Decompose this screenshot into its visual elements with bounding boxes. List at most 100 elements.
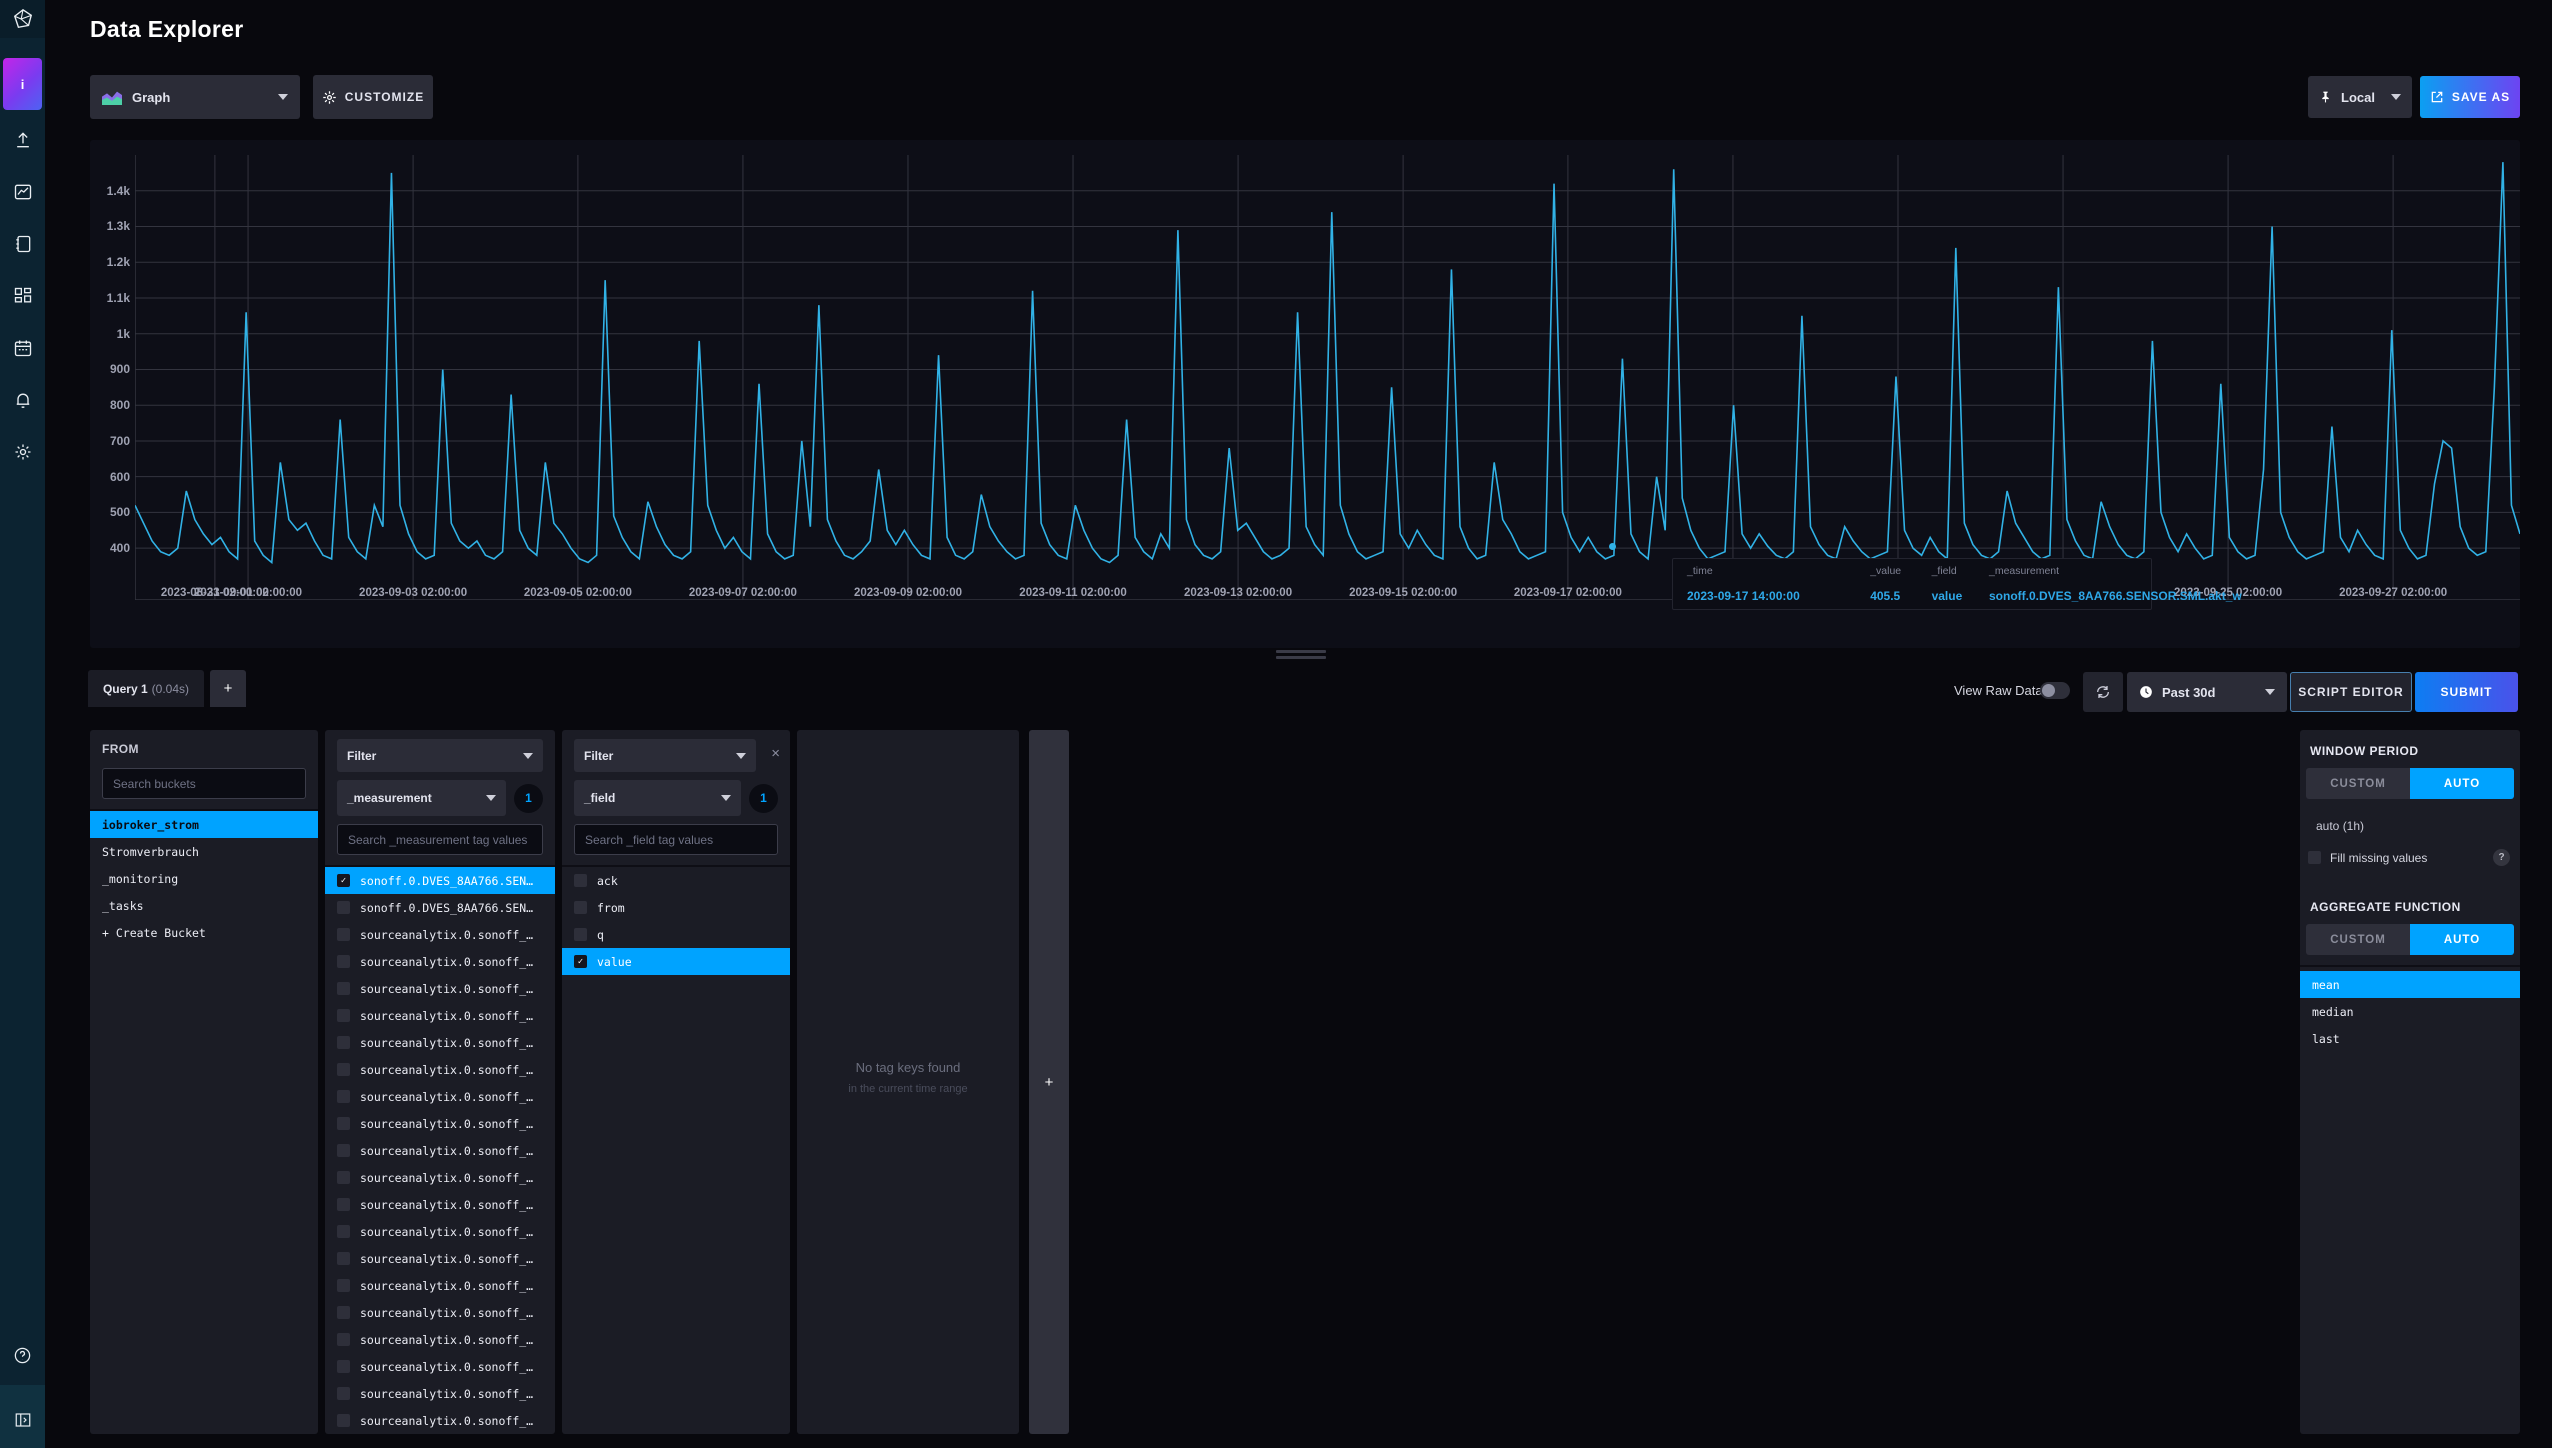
plot-area[interactable] xyxy=(135,155,2520,600)
time-series-chart[interactable]: 4005006007008009001k1.1k1.2k1.3k1.4k2023… xyxy=(90,140,2520,648)
measurement-item[interactable]: sourceanalytix.0.sonoff_… xyxy=(325,1002,555,1029)
help-icon[interactable] xyxy=(0,1338,45,1372)
checkbox[interactable] xyxy=(337,1171,350,1184)
aggregate-custom-button[interactable]: CUSTOM xyxy=(2306,924,2410,955)
measurement-item[interactable]: sourceanalytix.0.sonoff_… xyxy=(325,1110,555,1137)
checkbox[interactable] xyxy=(337,1414,350,1427)
measurement-item[interactable]: sonoff.0.DVES_8AA766.SEN… xyxy=(325,894,555,921)
field-key-label: _field xyxy=(584,791,615,805)
org-avatar[interactable]: i xyxy=(3,58,42,110)
measurement-item[interactable]: sourceanalytix.0.sonoff_… xyxy=(325,921,555,948)
checkbox-checked[interactable]: ✓ xyxy=(337,874,350,887)
selected-count-badge: 1 xyxy=(514,784,543,813)
help-circle-icon[interactable]: ? xyxy=(2493,849,2510,866)
checkbox[interactable] xyxy=(337,1063,350,1076)
search-field-input[interactable]: Search _field tag values xyxy=(574,824,778,855)
measurement-item[interactable]: sourceanalytix.0.sonoff_… xyxy=(325,1137,555,1164)
timezone-dropdown[interactable]: Local xyxy=(2308,76,2412,118)
checkbox[interactable] xyxy=(337,1198,350,1211)
window-custom-button[interactable]: CUSTOM xyxy=(2306,768,2410,799)
window-auto-button[interactable]: AUTO xyxy=(2410,768,2514,799)
script-editor-button[interactable]: SCRIPT EDITOR xyxy=(2290,672,2412,712)
checkbox[interactable] xyxy=(337,1279,350,1292)
measurement-item[interactable]: sourceanalytix.0.sonoff_… xyxy=(325,1191,555,1218)
checkbox[interactable] xyxy=(337,1090,350,1103)
search-measurement-input[interactable]: Search _measurement tag values xyxy=(337,824,543,855)
add-query-button[interactable]: + xyxy=(210,670,246,707)
measurement-item[interactable]: ✓sonoff.0.DVES_8AA766.SEN… xyxy=(325,867,555,894)
alerts-bell-icon[interactable] xyxy=(0,383,45,417)
checkbox[interactable] xyxy=(337,928,350,941)
bucket-item[interactable]: iobroker_strom xyxy=(90,811,318,838)
measurement-item[interactable]: sourceanalytix.0.sonoff_… xyxy=(325,1083,555,1110)
add-filter-button[interactable]: + xyxy=(1029,730,1069,1434)
measurement-item[interactable]: sourceanalytix.0.sonoff_… xyxy=(325,1380,555,1407)
field-item[interactable]: from xyxy=(562,894,790,921)
checkbox[interactable] xyxy=(574,928,587,941)
bucket-item[interactable]: + Create Bucket xyxy=(90,919,318,946)
checkbox[interactable] xyxy=(337,1333,350,1346)
measurement-item[interactable]: sourceanalytix.0.sonoff_… xyxy=(325,948,555,975)
checkbox[interactable] xyxy=(337,982,350,995)
fill-missing-checkbox[interactable] xyxy=(2308,851,2321,864)
checkbox[interactable] xyxy=(337,1225,350,1238)
checkbox[interactable] xyxy=(337,1036,350,1049)
measurement-item[interactable]: sourceanalytix.0.sonoff_… xyxy=(325,1407,555,1434)
measurement-key-dropdown[interactable]: _measurement xyxy=(337,780,506,816)
measurement-item[interactable]: sourceanalytix.0.sonoff_… xyxy=(325,1299,555,1326)
bucket-item[interactable]: _tasks xyxy=(90,892,318,919)
checkbox[interactable] xyxy=(337,1252,350,1265)
checkbox-checked[interactable]: ✓ xyxy=(574,955,587,968)
bucket-item[interactable]: _monitoring xyxy=(90,865,318,892)
upload-icon[interactable] xyxy=(0,123,45,157)
settings-gear-icon[interactable] xyxy=(0,435,45,469)
aggregate-auto-button[interactable]: AUTO xyxy=(2410,924,2514,955)
notebooks-icon[interactable] xyxy=(0,227,45,261)
checkbox[interactable] xyxy=(337,1144,350,1157)
refresh-button[interactable] xyxy=(2083,672,2123,712)
checkbox[interactable] xyxy=(337,1009,350,1022)
filter-type-dropdown[interactable]: Filter xyxy=(574,739,756,772)
checkbox[interactable] xyxy=(337,1360,350,1373)
checkbox[interactable] xyxy=(337,1117,350,1130)
save-as-button[interactable]: SAVE AS xyxy=(2420,76,2520,118)
submit-button[interactable]: SUBMIT xyxy=(2415,672,2518,712)
field-item[interactable]: q xyxy=(562,921,790,948)
function-item[interactable]: mean xyxy=(2300,971,2520,998)
field-key-dropdown[interactable]: _field xyxy=(574,780,741,816)
field-item[interactable]: ✓value xyxy=(562,948,790,975)
influxdb-logo-icon[interactable] xyxy=(0,0,45,38)
dashboards-icon[interactable] xyxy=(0,279,45,313)
expand-panel-icon[interactable] xyxy=(0,1403,45,1437)
measurement-item[interactable]: sourceanalytix.0.sonoff_… xyxy=(325,1245,555,1272)
customize-button[interactable]: CUSTOMIZE xyxy=(313,75,433,119)
checkbox[interactable] xyxy=(337,955,350,968)
checkbox[interactable] xyxy=(337,1387,350,1400)
field-item[interactable]: ack xyxy=(562,867,790,894)
measurement-item[interactable]: sourceanalytix.0.sonoff_… xyxy=(325,1272,555,1299)
tasks-calendar-icon[interactable] xyxy=(0,331,45,365)
function-item[interactable]: median xyxy=(2300,998,2520,1025)
visualization-type-dropdown[interactable]: Graph xyxy=(90,75,300,119)
measurement-item[interactable]: sourceanalytix.0.sonoff_… xyxy=(325,1056,555,1083)
measurement-item[interactable]: sourceanalytix.0.sonoff_… xyxy=(325,975,555,1002)
measurement-item[interactable]: sourceanalytix.0.sonoff_… xyxy=(325,1218,555,1245)
checkbox[interactable] xyxy=(337,901,350,914)
measurement-item[interactable]: sourceanalytix.0.sonoff_… xyxy=(325,1164,555,1191)
checkbox[interactable] xyxy=(574,874,587,887)
measurement-item[interactable]: sourceanalytix.0.sonoff_… xyxy=(325,1029,555,1056)
measurement-item[interactable]: sourceanalytix.0.sonoff_… xyxy=(325,1353,555,1380)
search-buckets-input[interactable]: Search buckets xyxy=(102,768,306,799)
function-item[interactable]: last xyxy=(2300,1025,2520,1052)
checkbox[interactable] xyxy=(337,1306,350,1319)
resize-drag-handle[interactable] xyxy=(1276,650,1326,659)
checkbox[interactable] xyxy=(574,901,587,914)
measurement-item[interactable]: sourceanalytix.0.sonoff_… xyxy=(325,1326,555,1353)
tab-query-1[interactable]: Query 1 (0.04s) xyxy=(88,670,204,707)
time-range-dropdown[interactable]: Past 30d xyxy=(2127,672,2287,712)
data-explorer-icon[interactable] xyxy=(0,175,45,209)
close-icon[interactable]: × xyxy=(771,746,780,761)
filter-type-dropdown[interactable]: Filter xyxy=(337,739,543,772)
view-raw-data-toggle[interactable] xyxy=(2040,682,2070,699)
bucket-item[interactable]: Stromverbrauch xyxy=(90,838,318,865)
